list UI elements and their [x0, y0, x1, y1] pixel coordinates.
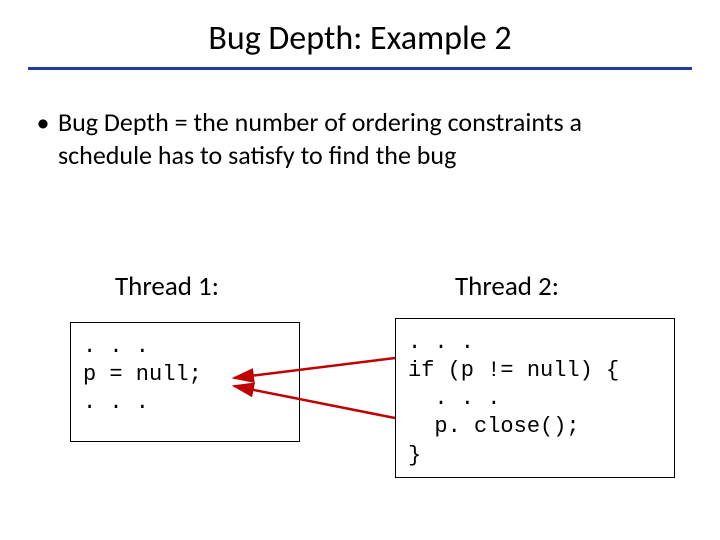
thread1-label: Thread 1:	[115, 270, 219, 303]
bullet-text: Bug Depth = the number of ordering const…	[58, 106, 680, 171]
bullet-area: • Bug Depth = the number of ordering con…	[28, 106, 680, 171]
thread2-code: . . . if (p != null) { . . . p. close();…	[395, 318, 675, 478]
thread1-code: . . . p = null; . . .	[70, 322, 300, 442]
thread2-label: Thread 2:	[455, 270, 559, 303]
bullet-item: • Bug Depth = the number of ordering con…	[28, 106, 680, 171]
slide: Bug Depth: Example 2 • Bug Depth = the n…	[0, 0, 720, 540]
bullet-marker: •	[28, 106, 58, 171]
title-rule	[28, 67, 692, 70]
slide-title: Bug Depth: Example 2	[0, 0, 720, 67]
